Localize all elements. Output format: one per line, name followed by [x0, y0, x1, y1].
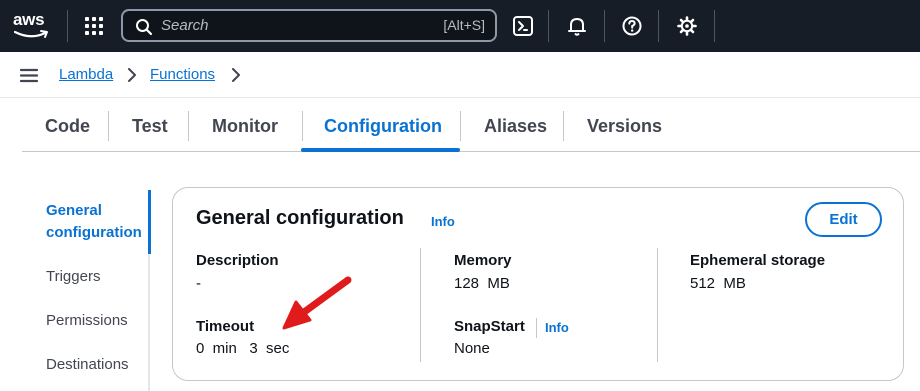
snapstart-label: SnapStart — [454, 318, 525, 335]
nav-divider — [604, 10, 605, 42]
tab-aliases[interactable]: Aliases — [484, 116, 547, 137]
breadcrumb-functions[interactable]: Functions — [150, 66, 215, 83]
search-placeholder: Search — [161, 17, 209, 34]
breadcrumb: Lambda Functions — [0, 52, 920, 98]
aws-logo[interactable]: aws — [13, 10, 53, 42]
tab-code[interactable]: Code — [45, 116, 90, 137]
sidenav-active-indicator — [148, 190, 151, 254]
function-tabs: Code Test Monitor Configuration Aliases … — [22, 100, 920, 152]
nav-divider — [67, 10, 68, 42]
active-tab-indicator — [301, 148, 460, 152]
edit-button[interactable]: Edit — [805, 202, 882, 237]
tab-test[interactable]: Test — [132, 116, 168, 137]
nav-divider — [548, 10, 549, 42]
tab-versions[interactable]: Versions — [587, 116, 662, 137]
tab-monitor[interactable]: Monitor — [212, 116, 278, 137]
sidenav-item-triggers[interactable]: Triggers — [46, 268, 100, 285]
memory-label: Memory — [454, 252, 512, 269]
breadcrumb-lambda[interactable]: Lambda — [59, 66, 113, 83]
sidenav-item-label-line2: configuration — [46, 224, 142, 241]
help-icon[interactable] — [621, 15, 643, 37]
timeout-value: 0 min 3 sec — [196, 340, 290, 357]
sidenav-item-label-line1: General — [46, 202, 102, 219]
chevron-right-icon — [128, 68, 136, 82]
tab-divider — [563, 111, 564, 141]
tab-divider — [460, 111, 461, 141]
tab-divider — [108, 111, 109, 141]
snapstart-info-link[interactable]: Info — [545, 320, 569, 335]
nav-divider — [714, 10, 715, 42]
menu-hamburger-icon[interactable] — [20, 68, 38, 83]
search-shortcut-hint: [Alt+S] — [443, 17, 485, 33]
notifications-bell-icon[interactable] — [566, 15, 588, 37]
tab-divider — [302, 111, 303, 141]
ephemeral-storage-value: 512 MB — [690, 275, 746, 292]
ephemeral-storage-label: Ephemeral storage — [690, 252, 826, 269]
snapstart-divider — [536, 318, 537, 338]
annotation-arrow-icon — [282, 276, 352, 330]
card-title: General configuration — [196, 207, 404, 229]
cloudshell-icon[interactable] — [512, 15, 534, 37]
sidenav-item-permissions[interactable]: Permissions — [46, 312, 128, 329]
column-divider — [420, 248, 421, 362]
search-icon — [136, 19, 153, 36]
timeout-label: Timeout — [196, 318, 255, 335]
top-navigation-bar: aws Search [Alt+S] — [0, 0, 920, 52]
column-divider — [657, 248, 658, 362]
aws-smile-icon — [14, 30, 48, 38]
settings-gear-icon[interactable] — [676, 15, 698, 37]
description-label: Description — [196, 252, 279, 269]
memory-value: 128 MB — [454, 275, 510, 292]
sidenav-item-general-configuration[interactable]: General configuration — [46, 200, 142, 244]
description-value: - — [196, 275, 201, 292]
info-link[interactable]: Info — [431, 214, 455, 229]
tab-configuration[interactable]: Configuration — [324, 116, 442, 137]
nav-divider — [658, 10, 659, 42]
sidenav-item-destinations[interactable]: Destinations — [46, 356, 129, 373]
search-input[interactable]: Search [Alt+S] — [121, 9, 497, 42]
tab-divider — [188, 111, 189, 141]
aws-logo-text: aws — [13, 10, 45, 29]
snapstart-value: None — [454, 340, 490, 357]
chevron-right-icon — [232, 68, 240, 82]
apps-grid-icon[interactable] — [84, 16, 104, 36]
